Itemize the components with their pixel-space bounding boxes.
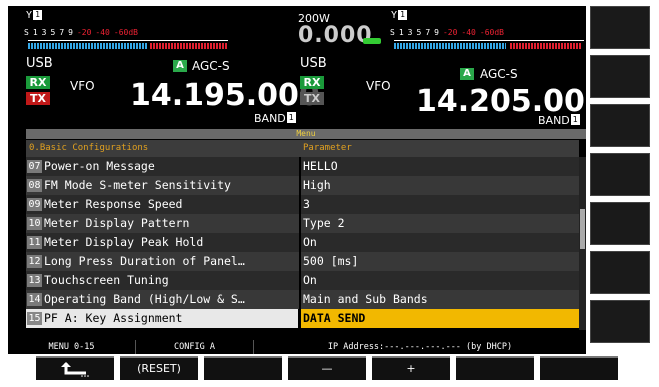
main-band-indicator: BAND 1 (254, 112, 296, 125)
main-frequency[interactable]: 14.195.000 (130, 78, 320, 113)
row-param: DATA SEND (303, 311, 366, 325)
antenna-icon: Y (26, 10, 33, 21)
row-name: Meter Display Pattern (44, 216, 190, 230)
row-param: On (303, 235, 317, 249)
menu-row-selected[interactable]: 15 PF A: Key Assignment DATA SEND (26, 309, 579, 328)
menu-row[interactable]: 07 Power-on Message HELLO (26, 157, 579, 176)
main-vfo-label: VFO (70, 79, 95, 93)
row-param: 500 [ms] (303, 254, 359, 268)
row-name: Long Press Duration of Panel… (44, 254, 245, 268)
menu-scrollbar[interactable] (579, 157, 586, 330)
menu-row[interactable]: 08 FM Mode S-meter Sensitivity High (26, 176, 579, 195)
main-tx-indicator: TX (26, 92, 50, 105)
row-name: Operating Band (High/Low & S… (44, 292, 245, 306)
row-number: 10 (27, 217, 42, 230)
function-key-6[interactable] (456, 356, 534, 380)
antenna-number: 1 (398, 10, 408, 20)
menu-title: Menu (26, 129, 586, 139)
row-number: 15 (27, 312, 42, 325)
row-param: Main and Sub Bands (303, 292, 428, 306)
main-s-meter-red-bar (150, 43, 228, 49)
row-name: Touchscreen Tuning (44, 273, 169, 287)
back-arrow-icon (61, 362, 89, 377)
config-label: CONFIG A (136, 340, 254, 354)
sub-rx-indicator: RX (300, 76, 324, 89)
menu-row[interactable]: 11 Meter Display Peak Hold On (26, 233, 579, 252)
side-key-4[interactable] (590, 153, 650, 196)
row-number: 13 (27, 274, 42, 287)
sub-tx-indicator: TX (300, 92, 324, 105)
sub-s-meter: S 1 3 5 7 9 -20 -40 -60dB (390, 28, 586, 54)
sub-s-meter-bar (394, 43, 506, 49)
sub-a-badge: A (460, 68, 474, 80)
sub-s-meter-scale: S 1 3 5 7 9 -20 -40 -60dB (390, 28, 504, 37)
main-s-meter-scale: S 1 3 5 7 9 -20 -40 -60dB (24, 28, 138, 37)
plus-button[interactable]: + (372, 356, 450, 380)
status-bar: MENU 0-15 CONFIG A IP Address:---.---.--… (8, 340, 586, 354)
link-icon (363, 38, 381, 44)
menu-row[interactable]: 13 Touchscreen Tuning On (26, 271, 579, 290)
sub-s-meter-red-bar (510, 43, 582, 49)
menu-group-label: 0.Basic Configurations (29, 143, 149, 153)
side-key-5[interactable] (590, 202, 650, 245)
back-button[interactable] (36, 356, 114, 380)
scrollbar-thumb[interactable] (580, 209, 585, 249)
menu-row[interactable]: 09 Meter Response Speed 3 (26, 195, 579, 214)
ip-address: IP Address:---.---.---.--- (by DHCP) (327, 342, 513, 352)
row-param: 3 (303, 197, 310, 211)
row-param: Type 2 (303, 216, 345, 230)
row-name: PF A: Key Assignment (44, 311, 183, 325)
row-number: 08 (27, 179, 42, 192)
menu-param-header: Parameter (303, 143, 352, 153)
row-name: FM Mode S-meter Sensitivity (44, 178, 231, 192)
radio-display: Y1 S 1 3 5 7 9 -20 -40 -60dB USB RX TX VFO A AGC… (8, 6, 586, 354)
row-name: Meter Response Speed (44, 197, 183, 211)
menu-id: MENU 0-15 (8, 340, 136, 354)
row-number: 09 (27, 198, 42, 211)
row-number: 11 (27, 236, 42, 249)
function-key-bar: (RESET) — + (8, 356, 652, 384)
sub-antenna-indicator: Y1 (391, 10, 408, 21)
menu-header: 0.Basic Configurations Parameter (26, 140, 579, 157)
main-rx-indicator: RX (26, 76, 50, 89)
menu-table: 0.Basic Configurations Parameter 07 Powe… (26, 140, 586, 340)
side-key-7[interactable] (590, 300, 650, 343)
row-param: HELLO (303, 159, 338, 173)
minus-button[interactable]: — (288, 356, 366, 380)
main-s-meter: S 1 3 5 7 9 -20 -40 -60dB (24, 28, 234, 54)
sub-mode: USB (300, 56, 327, 71)
main-a-badge: A (173, 60, 187, 72)
row-number: 14 (27, 293, 42, 306)
side-key-2[interactable] (590, 55, 650, 98)
power-value: 0.000 (298, 23, 373, 48)
menu-row[interactable]: 10 Meter Display Pattern Type 2 (26, 214, 579, 233)
antenna-icon: Y (391, 10, 398, 21)
main-antenna-indicator: Y1 (26, 10, 43, 21)
main-mode: USB (26, 56, 53, 71)
row-number: 12 (27, 255, 42, 268)
main-s-meter-bar (28, 43, 148, 49)
side-key-6[interactable] (590, 251, 650, 294)
side-key-1[interactable] (590, 6, 650, 49)
row-param: High (303, 178, 331, 192)
reset-button[interactable]: (RESET) (120, 356, 198, 380)
function-key-7[interactable] (540, 356, 618, 380)
menu-row[interactable]: 12 Long Press Duration of Panel… 500 [ms… (26, 252, 579, 271)
antenna-number: 1 (33, 10, 43, 20)
sub-vfo-label: VFO (366, 79, 391, 93)
sub-agc: AGC-S (480, 67, 518, 81)
row-number: 07 (27, 160, 42, 173)
function-key-3[interactable] (204, 356, 282, 380)
row-name: Power-on Message (44, 159, 155, 173)
row-param: On (303, 273, 317, 287)
sub-band-indicator: BAND 1 (538, 114, 580, 127)
main-agc: AGC-S (192, 59, 230, 73)
row-name: Meter Display Peak Hold (44, 235, 204, 249)
side-key-3[interactable] (590, 104, 650, 147)
menu-row[interactable]: 14 Operating Band (High/Low & S… Main an… (26, 290, 579, 309)
